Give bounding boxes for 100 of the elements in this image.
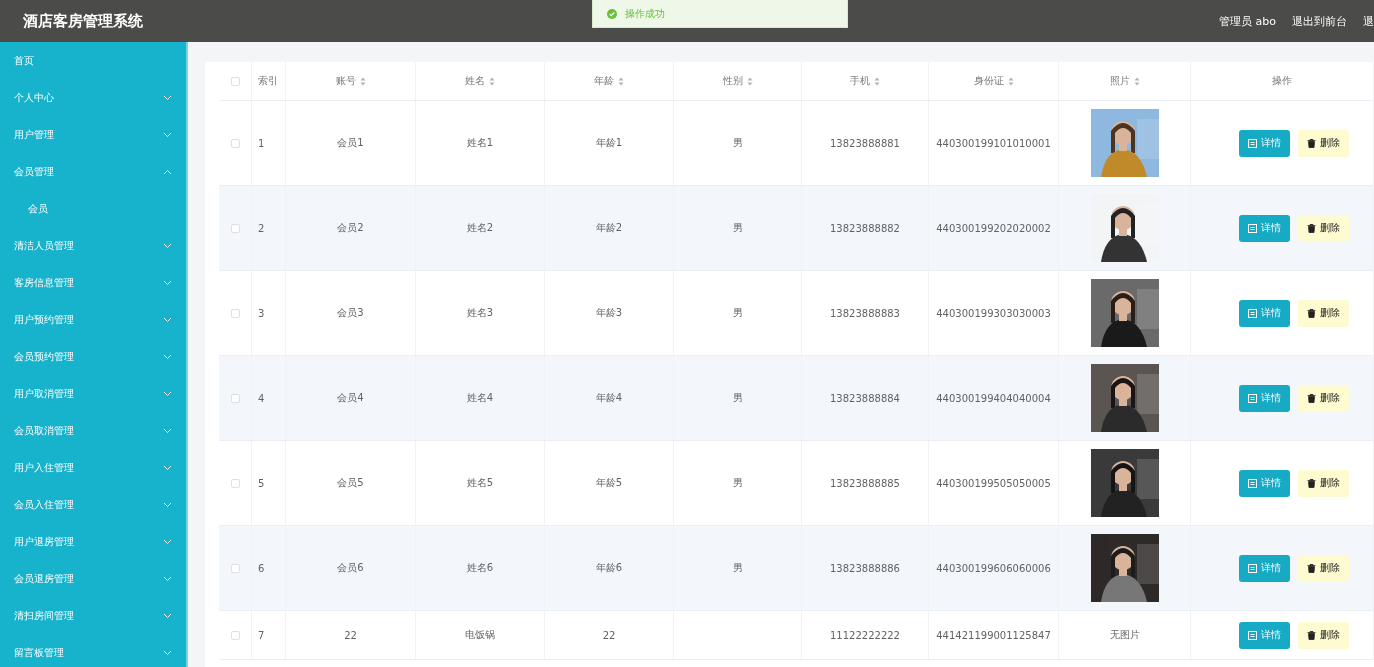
table-cell: 姓名5 [466,476,494,490]
sidebar-item[interactable]: 用户退房管理 [0,523,186,560]
checkbox[interactable] [230,223,240,233]
checkbox[interactable] [230,630,240,640]
table-cell: 13823888881 [830,137,900,149]
table-cell: 440300199101010001 [936,137,1051,149]
document-icon [1248,223,1257,233]
details-button[interactable]: 详情 [1239,469,1290,497]
checkbox[interactable] [230,308,240,318]
delete-button[interactable]: 删除 [1298,554,1349,582]
sort-icon[interactable] [1133,76,1140,86]
table-cell: 440300199505050005 [936,477,1051,489]
checkbox[interactable] [230,563,240,573]
details-button[interactable]: 详情 [1239,554,1290,582]
sort-icon[interactable] [359,76,366,86]
sidebar-item[interactable]: 会员管理 [0,153,186,190]
user-label: 管理员 abo [1219,13,1276,29]
table-cell: 姓名2 [466,221,494,235]
delete-button[interactable]: 删除 [1298,384,1349,412]
column-header: 年龄 [594,74,614,88]
checkbox[interactable] [230,76,240,86]
trash-icon [1307,138,1316,148]
sidebar-subitem[interactable]: 会员 [0,190,186,227]
column-header: 姓名 [465,74,485,88]
check-icon [607,8,617,19]
sidebar-item[interactable]: 用户取消管理 [0,375,186,412]
column-header: 索引 [258,74,278,88]
column-header: 照片 [1109,74,1130,88]
table-cell: 22 [344,629,357,641]
header-link[interactable]: 退出到前台 [1292,13,1347,29]
app-title: 酒店客房管理系统 [23,11,143,31]
table-cell: 年龄2 [595,221,623,235]
sort-icon[interactable] [746,76,753,86]
sidebar-item[interactable]: 清扫房间管理 [0,597,186,634]
checkbox[interactable] [230,478,240,488]
document-icon [1248,393,1257,403]
column-header: 身份证 [973,74,1004,88]
table-cell: 440300199606060006 [936,562,1051,574]
sidebar-item[interactable]: 用户管理 [0,116,186,153]
table-cell: 年龄1 [595,136,623,150]
table-cell: 1 [258,137,265,149]
sort-icon[interactable] [618,76,624,86]
checkbox[interactable] [230,138,240,148]
trash-icon [1307,393,1316,403]
trash-icon [1307,563,1316,573]
sidebar-item[interactable]: 首页 [0,42,186,79]
header-link[interactable]: 退 [1363,13,1374,29]
sidebar-item[interactable]: 客房信息管理 [0,264,186,301]
table-cell: 4 [258,392,265,404]
sidebar-item[interactable]: 会员退房管理 [0,560,186,597]
table-cell: 男 [732,136,743,150]
column-header: 账号 [335,74,356,88]
sidebar-item[interactable]: 用户入住管理 [0,449,186,486]
table-cell: 2 [258,222,265,234]
details-button[interactable]: 详情 [1239,621,1290,649]
sidebar-item[interactable]: 清洁人员管理 [0,227,186,264]
sidebar-item[interactable]: 个人中心 [0,79,186,116]
trash-icon [1307,223,1316,233]
sort-icon[interactable] [1007,76,1014,86]
column-header: 手机 [850,74,870,88]
delete-button[interactable]: 删除 [1298,469,1349,497]
table-cell: 男 [732,221,743,235]
sidebar-item[interactable]: 会员预约管理 [0,338,186,375]
table-cell: 姓名3 [466,306,494,320]
table-cell: 男 [732,306,743,320]
details-button[interactable]: 详情 [1239,384,1290,412]
details-button[interactable]: 详情 [1239,129,1290,157]
document-icon [1248,563,1257,573]
table-cell: 男 [732,561,743,575]
table-cell: 会员3 [337,306,364,320]
toast-message: 操作成功 [625,6,665,21]
table-cell: 电饭锅 [465,628,495,642]
table-cell: 22 [602,629,616,641]
delete-button[interactable]: 删除 [1298,129,1349,157]
details-button[interactable]: 详情 [1239,299,1290,327]
table-cell: 会员6 [337,561,364,575]
sidebar-item[interactable]: 会员取消管理 [0,412,186,449]
table-cell: 年龄6 [595,561,623,575]
table-cell: 年龄3 [595,306,623,320]
sort-icon[interactable] [489,76,495,86]
table-cell: 13823888885 [830,477,900,489]
table-cell: 年龄4 [595,391,623,405]
table-cell: 13823888886 [830,562,900,574]
table-cell: 440300199303030003 [936,307,1051,319]
document-icon [1248,308,1257,318]
delete-button[interactable]: 删除 [1298,299,1349,327]
sidebar-item[interactable]: 会员入住管理 [0,486,186,523]
table-cell: 年龄5 [595,476,623,490]
table-cell: 无图片 [1109,628,1140,642]
column-header: 操作 [1272,74,1292,88]
details-button[interactable]: 详情 [1239,214,1290,242]
delete-button[interactable]: 删除 [1298,621,1349,649]
sidebar-item[interactable]: 留言板管理 [0,634,186,667]
table-cell: 7 [258,629,265,641]
sort-icon[interactable] [874,76,880,86]
table-cell: 5 [258,477,265,489]
checkbox[interactable] [230,393,240,403]
sidebar-item[interactable]: 用户预约管理 [0,301,186,338]
table-cell: 440300199202020002 [936,222,1051,234]
delete-button[interactable]: 删除 [1298,214,1349,242]
